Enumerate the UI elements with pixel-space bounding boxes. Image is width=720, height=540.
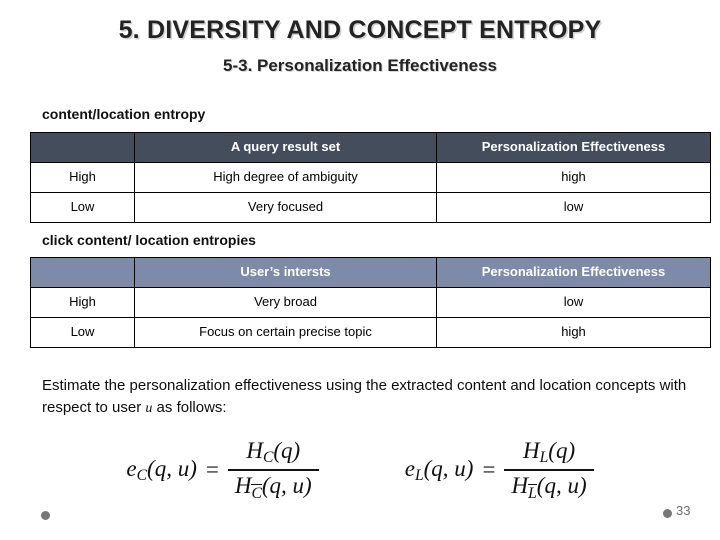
denominator-args: (q, u) — [536, 473, 587, 499]
cell-entropy-level: High — [30, 287, 135, 318]
cell-query-result-set: High degree of ambiguity — [134, 162, 437, 193]
table-row: High Very broad low — [30, 287, 711, 318]
formula-lhs-subscript: L — [414, 467, 424, 485]
table-row: Low Focus on certain precise topic high — [30, 317, 711, 348]
cell-entropy-level: High — [30, 162, 135, 193]
formula-lhs-subscript: C — [136, 467, 148, 485]
denominator-subscript: L — [528, 483, 537, 503]
column-header-query-result-set: A query result set — [134, 132, 437, 163]
formula-location-effectiveness: eL(q, u) = HL(q) HL(q, u) — [405, 438, 594, 503]
formula-fraction: HL(q) HL(q, u) — [504, 438, 594, 503]
column-header-entropy-level — [30, 257, 135, 288]
denominator-base: H — [511, 473, 529, 499]
denominator-subscript: C — [251, 483, 262, 503]
formula-denominator: HL(q, u) — [504, 471, 593, 502]
formula-equals-sign: = — [482, 457, 496, 483]
body-text-after: as follows: — [152, 398, 227, 416]
numerator-subscript: C — [262, 449, 274, 467]
denominator-args: (q, u) — [261, 473, 312, 499]
numerator-args: (q) — [273, 438, 301, 463]
cell-query-result-set: Very focused — [134, 192, 437, 223]
cell-personalization-effectiveness: low — [436, 287, 711, 318]
click-entropy-table: User’s intersts Personalization Effectiv… — [30, 257, 711, 348]
denominator-subscript-overline: L — [528, 483, 537, 502]
denominator-base: H — [234, 473, 252, 499]
cell-personalization-effectiveness: low — [436, 192, 711, 223]
table-row: Low Very focused low — [30, 192, 711, 223]
section-2-caption: click content/ location entropies — [42, 232, 256, 248]
column-header-personalization-effectiveness: Personalization Effectiveness — [436, 257, 711, 288]
column-header-personalization-effectiveness: Personalization Effectiveness — [436, 132, 711, 163]
formula-lhs-args: (q, u) — [423, 455, 474, 481]
cell-users-interests: Focus on certain precise topic — [134, 317, 437, 348]
column-header-entropy-level — [30, 132, 135, 163]
cell-personalization-effectiveness: high — [436, 162, 711, 193]
slide-subtitle: 5-3. Personalization Effectiveness — [223, 56, 497, 75]
formula-fraction: HC(q) HC(q, u) — [227, 438, 319, 503]
section-1-caption: content/location entropy — [42, 106, 206, 122]
formula-row: eC(q, u) = HC(q) HC(q, u) eL(q, u) = HL(… — [0, 438, 720, 503]
table-header-row: User’s intersts Personalization Effectiv… — [30, 257, 711, 288]
formula-numerator: HC(q) — [239, 438, 307, 469]
formula-lhs: eL(q, u) — [405, 456, 474, 485]
numerator-base: H — [246, 438, 263, 463]
formula-numerator: HL(q) — [516, 438, 582, 469]
slide-title: 5. DIVERSITY AND CONCEPT ENTROPY — [118, 16, 602, 44]
body-paragraph: Estimate the personalization effectivene… — [42, 375, 710, 419]
formula-lhs-base: e — [126, 455, 137, 481]
cell-personalization-effectiveness: high — [436, 317, 711, 348]
content-location-entropy-table: A query result set Personalization Effec… — [30, 132, 711, 223]
cell-entropy-level: Low — [30, 317, 135, 348]
formula-content-effectiveness: eC(q, u) = HC(q) HC(q, u) — [126, 438, 319, 503]
numerator-args: (q) — [548, 438, 576, 463]
footer-bullet-right-icon — [663, 509, 672, 518]
table-header-row: A query result set Personalization Effec… — [30, 132, 711, 163]
formula-equals-sign: = — [205, 457, 219, 483]
formula-lhs: eC(q, u) — [126, 456, 196, 485]
body-text-before: Estimate the personalization effectivene… — [42, 377, 687, 416]
cell-users-interests: Very broad — [134, 287, 437, 318]
numerator-base: H — [522, 438, 540, 463]
table-row: High High degree of ambiguity high — [30, 162, 711, 193]
formula-lhs-args: (q, u) — [147, 455, 197, 481]
numerator-subscript: L — [539, 449, 549, 467]
footer-bullet-left-icon — [41, 511, 50, 520]
formula-lhs-base: e — [404, 455, 415, 481]
page-number: 33 — [676, 503, 691, 518]
column-header-users-interests: User’s intersts — [134, 257, 437, 288]
formula-denominator: HC(q, u) — [228, 471, 319, 502]
denominator-subscript-overline: C — [251, 483, 262, 502]
cell-entropy-level: Low — [30, 192, 135, 223]
